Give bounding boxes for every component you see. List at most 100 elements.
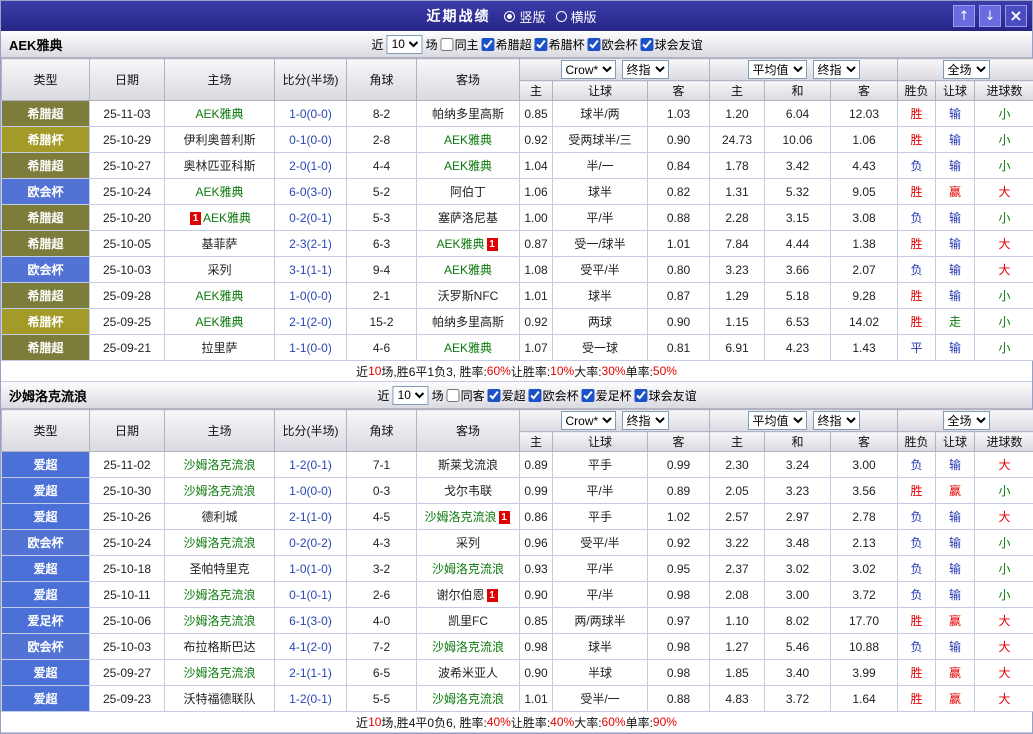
europe-avg-select[interactable]: 平均值	[747, 60, 807, 79]
league-filter-input[interactable]	[481, 37, 495, 51]
league-filter-input[interactable]	[528, 388, 542, 402]
scroll-up-button[interactable]: ↑	[953, 5, 975, 27]
asia-handicap: 受一球	[552, 334, 648, 361]
result-winlose-cell: 负	[897, 451, 937, 478]
away-team-name[interactable]: AEK雅典	[444, 341, 492, 355]
asia-home-odds: 1.04	[519, 152, 553, 179]
away-team-cell: 斯莱戈流浪	[416, 451, 520, 478]
red-card-badge: 1	[189, 212, 201, 225]
away-team-name[interactable]: 采列	[456, 536, 480, 550]
away-team-name[interactable]: 沃罗斯NFC	[438, 289, 499, 303]
euro-home-odds: 2.05	[709, 477, 765, 504]
home-team-name[interactable]: AEK雅典	[203, 211, 251, 225]
home-team-name[interactable]: 布拉格斯巴达	[183, 640, 255, 654]
away-team-name[interactable]: 谢尔伯恩	[436, 588, 484, 602]
home-team-name[interactable]: 伊利奥普利斯	[183, 133, 255, 147]
league-filter-input[interactable]	[634, 388, 648, 402]
home-team-name[interactable]: AEK雅典	[195, 185, 243, 199]
away-team-name[interactable]: AEK雅典	[436, 237, 484, 251]
league-filter-label: 球会友谊	[654, 37, 703, 52]
home-team-name[interactable]: 拉里萨	[201, 341, 237, 355]
away-team-name[interactable]: AEK雅典	[444, 159, 492, 173]
layout-radio-vertical[interactable]: 竖版	[504, 7, 546, 26]
scroll-down-button[interactable]: ↓	[979, 5, 1001, 27]
home-team-name[interactable]: 圣帕特里克	[189, 562, 249, 576]
away-team-name[interactable]: 沙姆洛克流浪	[432, 692, 504, 706]
same-venue-checkbox[interactable]: 同主	[440, 36, 479, 53]
away-team-name[interactable]: 沙姆洛克流浪	[432, 562, 504, 576]
asia-handicap: 两/两球半	[552, 607, 648, 634]
home-team-name[interactable]: 奥林匹亚科斯	[183, 159, 255, 173]
section-header: 沙姆洛克流浪 近 10 场 同客 爱超 欧会杯 爱足杯 球会友谊	[1, 382, 1032, 409]
league-filter-input[interactable]	[487, 388, 501, 402]
league-filter-input[interactable]	[534, 37, 548, 51]
league-filter-checkbox[interactable]: 球会友谊	[640, 36, 703, 53]
layout-radio-horizontal[interactable]: 横版	[555, 7, 597, 26]
away-team-name[interactable]: 帕纳多里高斯	[432, 107, 504, 121]
asia-away-odds: 0.92	[647, 529, 710, 556]
away-team-name[interactable]: AEK雅典	[444, 263, 492, 277]
away-team-name[interactable]: AEK雅典	[444, 133, 492, 147]
league-filter-checkbox[interactable]: 欧会杯	[587, 36, 638, 53]
league-filter-input[interactable]	[640, 37, 654, 51]
asia-odds-time-select[interactable]: 终指	[621, 411, 669, 430]
home-team-name[interactable]: 沙姆洛克流浪	[183, 458, 255, 472]
away-team-name[interactable]: 波希米亚人	[438, 666, 498, 680]
home-team-name[interactable]: 采列	[207, 263, 231, 277]
same-venue-checkbox[interactable]: 同客	[446, 387, 485, 404]
league-filter-label: 欧会杯	[542, 388, 579, 403]
home-team-name[interactable]: 沙姆洛克流浪	[183, 588, 255, 602]
date-cell: 25-09-23	[89, 685, 165, 712]
home-team-name[interactable]: AEK雅典	[195, 315, 243, 329]
home-team-name[interactable]: 沙姆洛克流浪	[183, 666, 255, 680]
subcolumn-header: 主	[709, 80, 765, 101]
competition-badge: 欧会杯	[1, 256, 90, 283]
away-team-name[interactable]: 沙姆洛克流浪	[424, 510, 496, 524]
home-team-name[interactable]: 基菲萨	[201, 237, 237, 251]
asia-odds-time-select[interactable]: 终指	[621, 60, 669, 79]
away-team-name[interactable]: 凯里FC	[448, 614, 488, 628]
league-filter-checkbox[interactable]: 爱超	[487, 387, 526, 404]
home-team-name[interactable]: 沙姆洛克流浪	[183, 484, 255, 498]
match-count-select[interactable]: 10	[386, 34, 423, 54]
bookmaker-select[interactable]: Crow*	[560, 411, 616, 430]
europe-odds-time-select[interactable]: 终指	[812, 60, 860, 79]
asia-home-odds: 1.06	[519, 178, 553, 205]
away-team-name[interactable]: 戈尔韦联	[444, 484, 492, 498]
home-team-name[interactable]: 德利城	[201, 510, 237, 524]
home-team-name[interactable]: 沙姆洛克流浪	[183, 614, 255, 628]
home-team-name[interactable]: AEK雅典	[195, 289, 243, 303]
league-filter-checkbox[interactable]: 球会友谊	[634, 387, 697, 404]
euro-away-odds: 3.00	[829, 451, 899, 478]
home-team-name[interactable]: 沙姆洛克流浪	[183, 536, 255, 550]
result-scope-select[interactable]: 全场	[942, 411, 990, 430]
result-scope-select[interactable]: 全场	[942, 60, 990, 79]
away-team-name[interactable]: 塞萨洛尼基	[438, 211, 498, 225]
match-row: 希腊超 25-11-03 AEK雅典 1-0(0-0) 8-2 帕纳多里高斯 0.85 球半/…	[1, 100, 1033, 127]
away-team-name[interactable]: 帕纳多里高斯	[432, 315, 504, 329]
column-header: 客场	[416, 58, 520, 101]
corner-cell: 2-8	[346, 126, 417, 153]
asia-away-odds: 0.88	[647, 204, 710, 231]
league-filter-checkbox[interactable]: 爱足杯	[581, 387, 632, 404]
bookmaker-select[interactable]: Crow*	[560, 60, 616, 79]
league-filter-checkbox[interactable]: 欧会杯	[528, 387, 579, 404]
league-filter-input[interactable]	[581, 388, 595, 402]
same-venue-input[interactable]	[446, 388, 460, 402]
home-team-name[interactable]: 沃特福德联队	[183, 692, 255, 706]
match-row: 欧会杯 25-10-24 AEK雅典 6-0(3-0) 5-2 阿伯丁 1.06 球半 0.82…	[1, 178, 1033, 205]
europe-odds-time-select[interactable]: 终指	[812, 411, 860, 430]
away-team-name[interactable]: 沙姆洛克流浪	[432, 640, 504, 654]
same-venue-input[interactable]	[440, 37, 454, 51]
section-header: AEK雅典 近 10 场 同主 希腊超 希腊杯 欧会杯 球会友谊	[1, 31, 1032, 58]
away-team-name[interactable]: 斯莱戈流浪	[438, 458, 498, 472]
league-filter-checkbox[interactable]: 希腊超	[481, 36, 532, 53]
league-filter-checkbox[interactable]: 希腊杯	[534, 36, 585, 53]
home-team-cell: 伊利奥普利斯	[164, 126, 275, 153]
europe-avg-select[interactable]: 平均值	[747, 411, 807, 430]
home-team-name[interactable]: AEK雅典	[195, 107, 243, 121]
match-count-select[interactable]: 10	[392, 385, 429, 405]
close-button[interactable]: ×	[1005, 5, 1027, 27]
league-filter-input[interactable]	[587, 37, 601, 51]
away-team-name[interactable]: 阿伯丁	[450, 185, 486, 199]
